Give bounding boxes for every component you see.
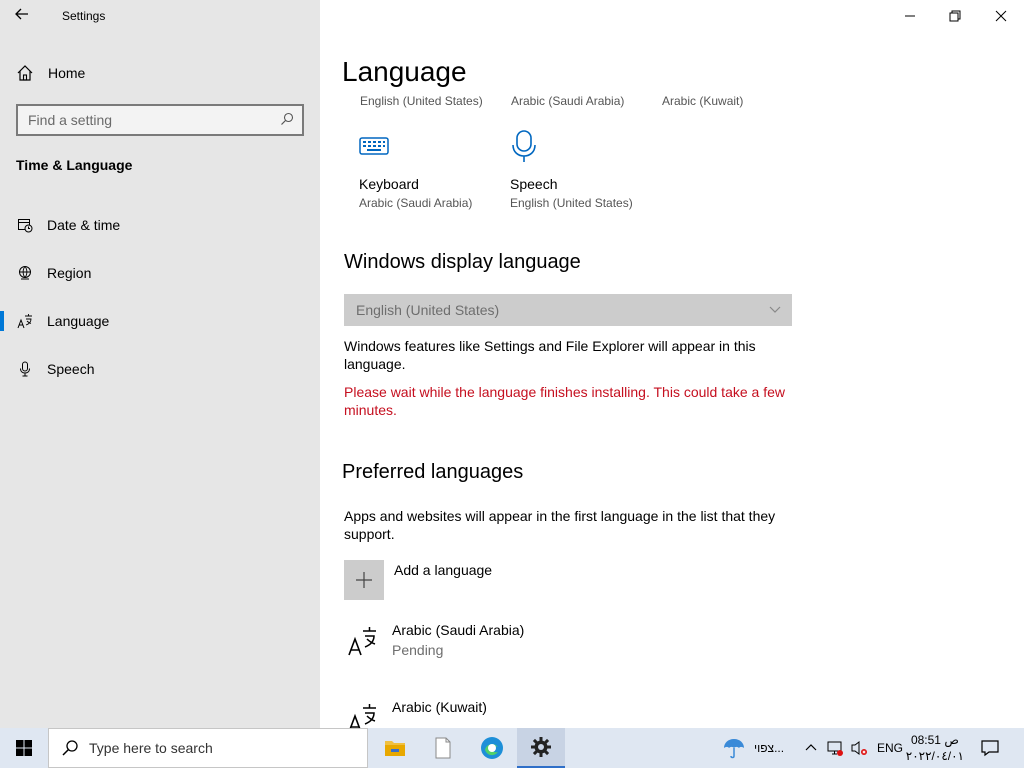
document-icon [435, 737, 451, 759]
page-title: Language [342, 56, 467, 87]
clock[interactable]: 08:51 ص ٢٠٢٢/٠٤/٠١ [906, 732, 964, 764]
search-icon [62, 740, 78, 756]
chevron-down-icon [769, 306, 781, 313]
display-language-dropdown[interactable]: English (United States) [344, 294, 792, 326]
language-name: Arabic (Kuwait) [392, 699, 487, 715]
keyboard-tile[interactable]: Keyboard Arabic (Saudi Arabia) [359, 130, 499, 210]
tile-subtitle: Arabic (Saudi Arabia) [359, 196, 473, 210]
network-status[interactable] [826, 728, 844, 768]
search-icon [281, 112, 294, 125]
minimize-icon [905, 15, 915, 17]
restore-button[interactable] [932, 0, 978, 32]
sidebar-item-label: Date & time [47, 217, 121, 233]
clock-date: ٢٠٢٢/٠٤/٠١ [905, 749, 964, 763]
show-hidden-icons-button[interactable] [804, 728, 818, 768]
back-arrow-icon [15, 8, 28, 20]
tile-subtitle: English (United States) [510, 196, 633, 210]
tile-title: Speech [510, 176, 558, 192]
umbrella-icon [724, 739, 744, 759]
find-setting-placeholder: Find a setting [28, 112, 113, 128]
add-language-button[interactable]: Add a language [344, 560, 492, 600]
network-icon [827, 741, 843, 756]
language-name: Arabic (Saudi Arabia) [392, 622, 525, 638]
active-indicator [0, 311, 4, 331]
tile-title: Keyboard [359, 176, 419, 192]
language-indicator-text: ENG [877, 741, 904, 755]
settings-taskbar-button[interactable] [517, 728, 565, 768]
quick-link-language[interactable]: English (United States) [360, 94, 483, 108]
microphone-icon [16, 360, 34, 378]
section-title: Time & Language [16, 157, 133, 173]
start-button[interactable] [0, 728, 48, 768]
find-setting-input[interactable]: Find a setting [16, 104, 304, 136]
taskbar-search-placeholder: Type here to search [89, 740, 213, 756]
notepad-taskbar-button[interactable] [419, 728, 467, 768]
close-button[interactable] [978, 0, 1024, 32]
file-explorer-taskbar-button[interactable] [371, 728, 419, 768]
weather-text: צפוי... [754, 741, 785, 755]
sidebar: Settings Home Find a setting Time & Lang… [0, 0, 320, 728]
language-icon [348, 626, 378, 656]
minimize-button[interactable] [887, 0, 933, 32]
quick-link-language[interactable]: Arabic (Kuwait) [662, 94, 743, 108]
region-icon [16, 264, 34, 282]
sidebar-item-speech[interactable]: Speech [0, 349, 320, 389]
dropdown-selected-value: English (United States) [356, 302, 500, 318]
volume-status[interactable] [850, 728, 868, 768]
install-warning: Please wait while the language finishes … [344, 384, 785, 418]
language-status: Pending [392, 642, 444, 658]
gear-icon [531, 737, 551, 757]
language-list-item[interactable]: Arabic (Saudi Arabia) Pending [348, 622, 524, 658]
taskbar-search-box[interactable]: Type here to search [48, 728, 368, 768]
back-button[interactable] [14, 6, 34, 26]
chevron-up-icon [805, 744, 817, 751]
taskbar: Type here to search צפוי... ENG 08:51 ص … [0, 728, 1024, 768]
volume-muted-icon [851, 741, 867, 755]
edge-browser-icon [481, 737, 503, 759]
home-icon [17, 65, 33, 81]
home-nav-item[interactable]: Home [16, 60, 85, 86]
folder-icon [385, 741, 405, 756]
plus-icon [344, 560, 384, 600]
sidebar-item-label: Region [47, 265, 92, 281]
language-icon [16, 312, 34, 330]
weather-widget[interactable]: צפוי... [722, 728, 784, 768]
display-language-heading: Windows display language [344, 251, 581, 273]
clock-time: 08:51 ص [910, 733, 959, 747]
sidebar-item-region[interactable]: Region [0, 253, 320, 293]
preferred-languages-heading: Preferred languages [342, 461, 524, 483]
date-time-icon [16, 216, 34, 234]
quick-link-language[interactable]: Arabic (Saudi Arabia) [511, 94, 624, 108]
sidebar-item-label: Language [47, 313, 110, 329]
sidebar-item-date-time[interactable]: Date & time [0, 205, 320, 245]
app-title: Settings [62, 9, 106, 23]
microphone-icon [510, 130, 650, 164]
display-language-description: Windows features like Settings and File … [344, 338, 756, 372]
home-label: Home [48, 65, 86, 81]
main-content: Language English (United States) Arabic … [320, 0, 1024, 728]
notification-icon [981, 740, 999, 757]
sidebar-item-language[interactable]: Language [0, 301, 320, 341]
windows-logo-icon [16, 740, 32, 756]
language-icon [348, 703, 378, 728]
notifications-button[interactable] [980, 728, 1000, 768]
restore-icon [949, 10, 961, 22]
close-icon [995, 10, 1007, 22]
keyboard-icon [359, 130, 499, 164]
add-language-label: Add a language [394, 562, 493, 578]
sidebar-item-label: Speech [47, 361, 95, 377]
edge-taskbar-button[interactable] [468, 728, 516, 768]
language-list-item[interactable]: Arabic (Kuwait) [348, 699, 487, 728]
speech-tile[interactable]: Speech English (United States) [510, 130, 650, 210]
input-language-indicator[interactable]: ENG [877, 728, 903, 768]
preferred-languages-description: Apps and websites will appear in the fir… [344, 508, 776, 542]
